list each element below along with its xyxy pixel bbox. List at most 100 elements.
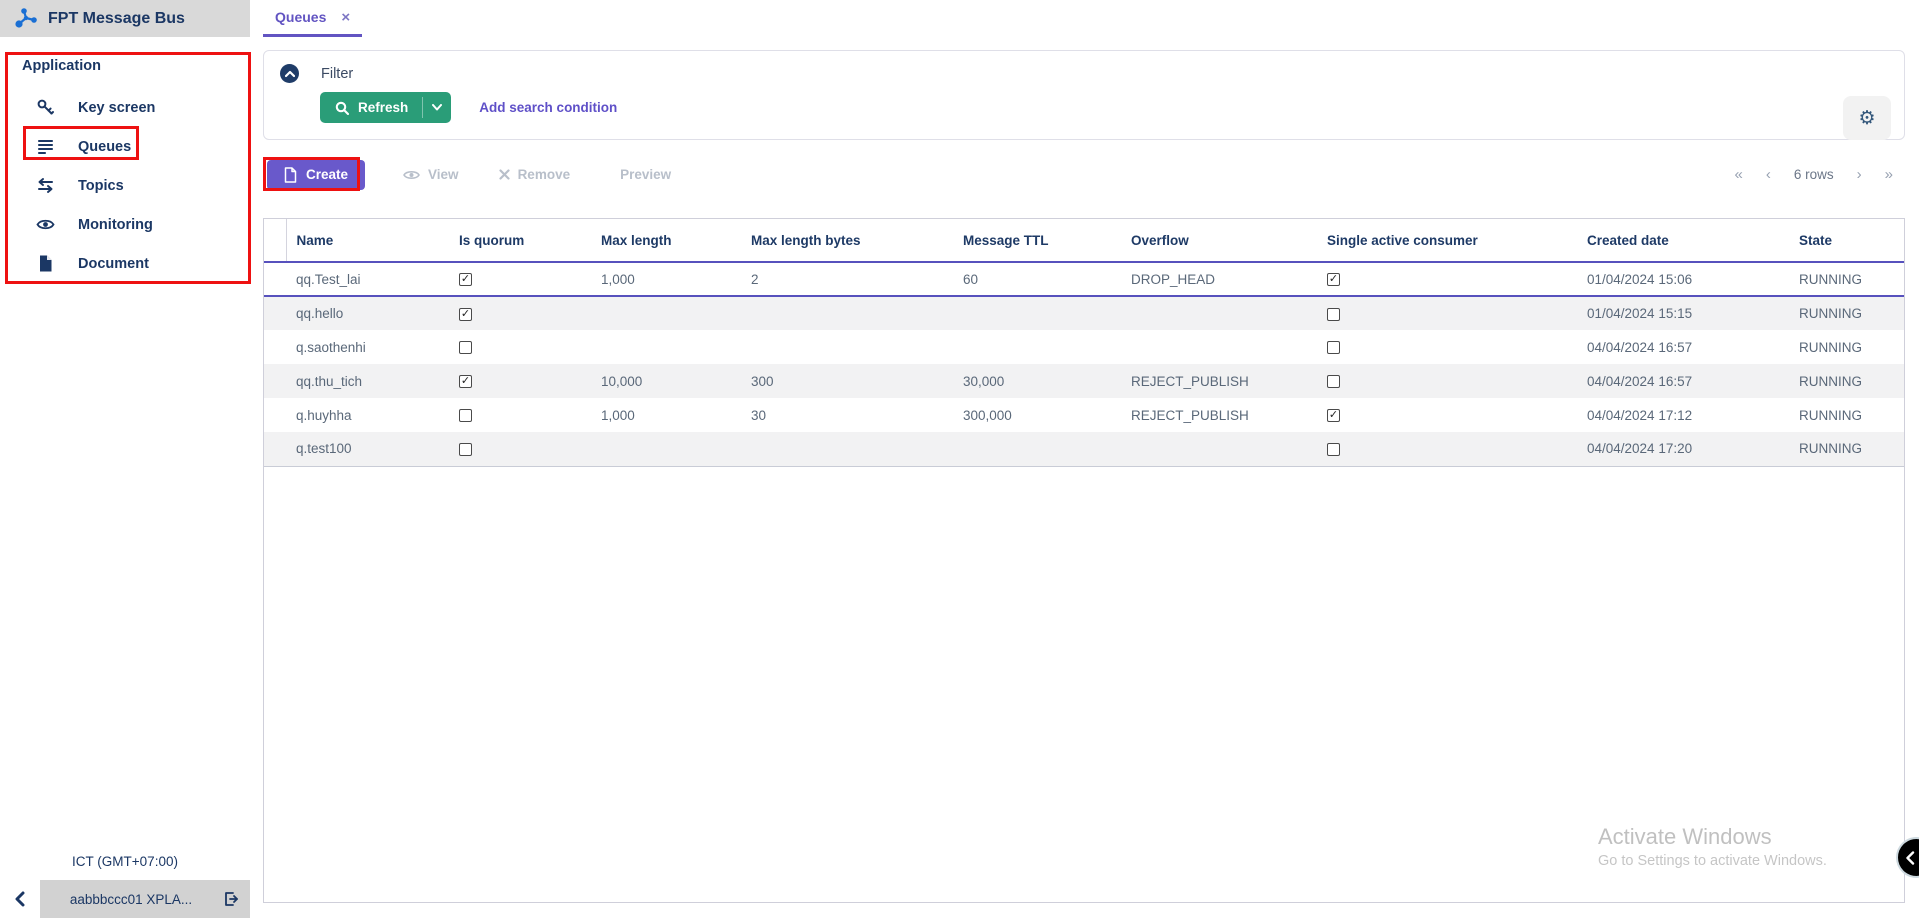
row-selector-cell: [264, 330, 286, 364]
filter-actions: Refresh Add search condition: [320, 92, 1888, 123]
view-label: View: [428, 167, 459, 182]
next-page-button[interactable]: ›: [1857, 167, 1862, 182]
refresh-button[interactable]: Refresh: [320, 92, 451, 123]
checkbox-checked-icon[interactable]: ✓: [1327, 273, 1340, 286]
table-row[interactable]: q.test10004/04/2024 17:20RUNNING: [264, 432, 1904, 466]
column-header-created-date[interactable]: Created date: [1577, 219, 1789, 262]
sidebar-item-document[interactable]: Document: [0, 244, 250, 283]
cell-name: qq.thu_tich: [286, 364, 449, 398]
checkbox-unchecked-icon[interactable]: [1327, 308, 1340, 321]
row-count-label: 6 rows: [1794, 167, 1834, 182]
cell-created-date: 04/04/2024 16:57: [1577, 364, 1789, 398]
cell-max-length-bytes: 2: [741, 262, 953, 296]
cell-single-active-consumer: [1317, 432, 1577, 466]
sidebar-nav: Key screenQueuesTopicsMonitoring Document: [0, 88, 250, 283]
key-icon: [36, 98, 55, 117]
sidebar-item-topics[interactable]: Topics: [0, 166, 250, 205]
column-header-is-quorum[interactable]: Is quorum: [449, 219, 591, 262]
column-header-max-length[interactable]: Max length: [591, 219, 741, 262]
cell-state: RUNNING: [1789, 330, 1904, 364]
grid-toolbar: Create View: [263, 158, 1905, 191]
checkbox-unchecked-icon[interactable]: [459, 443, 472, 456]
previous-page-button[interactable]: ‹: [1766, 167, 1771, 182]
create-button[interactable]: Create: [267, 160, 365, 190]
sidebar-collapse-button[interactable]: [0, 880, 40, 918]
sidebar-item-label: Document: [78, 256, 149, 272]
table-row[interactable]: q.huyhha1,00030300,000REJECT_PUBLISH✓04/…: [264, 398, 1904, 432]
preview-label: Preview: [620, 167, 671, 182]
filter-panel: Filter Refresh: [263, 50, 1905, 140]
cell-state: RUNNING: [1789, 432, 1904, 466]
table-row[interactable]: q.saothenhi04/04/2024 16:57RUNNING: [264, 330, 1904, 364]
cell-single-active-consumer: [1317, 330, 1577, 364]
row-selector-column-header: [264, 219, 286, 262]
tab-label: Queues: [275, 9, 326, 25]
cell-state: RUNNING: [1789, 262, 1904, 296]
cell-max-length: 10,000: [591, 364, 741, 398]
checkbox-checked-icon[interactable]: ✓: [1327, 409, 1340, 422]
first-page-button[interactable]: «: [1735, 167, 1743, 182]
row-selector-cell: [264, 432, 286, 466]
cell-message-ttl: 30,000: [953, 364, 1121, 398]
refresh-dropdown-button[interactable]: [423, 92, 451, 123]
add-search-condition-link[interactable]: Add search condition: [479, 100, 617, 115]
cell-overflow: [1121, 330, 1317, 364]
checkbox-checked-icon[interactable]: ✓: [459, 308, 472, 321]
cell-message-ttl: [953, 330, 1121, 364]
sidebar-item-key-screen[interactable]: Key screen: [0, 88, 250, 127]
checkbox-unchecked-icon[interactable]: [459, 341, 472, 354]
table-row[interactable]: qq.hello✓01/04/2024 15:15RUNNING: [264, 296, 1904, 330]
filter-header: Filter: [280, 64, 1888, 83]
tab-queues[interactable]: Queues ×: [263, 0, 362, 37]
checkbox-unchecked-icon[interactable]: [1327, 375, 1340, 388]
cell-state: RUNNING: [1789, 364, 1904, 398]
queue-list-icon: [36, 137, 55, 156]
cell-created-date: 01/04/2024 15:15: [1577, 296, 1789, 330]
column-header-single-active-consumer[interactable]: Single active consumer: [1317, 219, 1577, 262]
row-selector-cell: [264, 398, 286, 432]
cell-overflow: REJECT_PUBLISH: [1121, 398, 1317, 432]
view-button[interactable]: View: [403, 167, 459, 182]
table-row[interactable]: qq.thu_tich✓10,00030030,000REJECT_PUBLIS…: [264, 364, 1904, 398]
collapse-panel-button[interactable]: [280, 64, 299, 83]
app-header: FPT Message Bus: [0, 0, 250, 37]
column-header-max-length-bytes[interactable]: Max length bytes: [741, 219, 953, 262]
checkbox-unchecked-icon[interactable]: [1327, 341, 1340, 354]
account-button[interactable]: aabbbccc01 XPLA...: [40, 880, 250, 918]
grid-settings-button[interactable]: ⚙: [1843, 96, 1891, 140]
app-window: FPT Message Bus Application Key screenQu…: [0, 0, 1919, 918]
cell-overflow: [1121, 432, 1317, 466]
remove-button[interactable]: Remove: [499, 167, 571, 182]
checkbox-checked-icon[interactable]: ✓: [459, 273, 472, 286]
checkbox-unchecked-icon[interactable]: [1327, 443, 1340, 456]
sidebar-section-label: Application: [22, 58, 250, 74]
remove-label: Remove: [518, 167, 571, 182]
account-name: aabbbccc01 XPLA...: [70, 892, 192, 907]
cell-message-ttl: 60: [953, 262, 1121, 296]
checkbox-checked-icon[interactable]: ✓: [459, 375, 472, 388]
last-page-button[interactable]: »: [1885, 167, 1893, 182]
cell-max-length: 1,000: [591, 262, 741, 296]
preview-button[interactable]: Preview: [620, 167, 671, 182]
column-header-message-ttl[interactable]: Message TTL: [953, 219, 1121, 262]
checkbox-unchecked-icon[interactable]: [459, 409, 472, 422]
sidebar: FPT Message Bus Application Key screenQu…: [0, 0, 250, 918]
cell-single-active-consumer: [1317, 364, 1577, 398]
queues-table-container: NameIs quorumMax lengthMax length bytesM…: [263, 218, 1905, 903]
sidebar-menu: Application Key screenQueuesTopicsMonito…: [0, 37, 250, 854]
sidebar-item-queues[interactable]: Queues: [0, 127, 250, 166]
filter-title: Filter: [321, 66, 353, 82]
cell-message-ttl: [953, 296, 1121, 330]
refresh-label: Refresh: [358, 100, 408, 115]
column-header-state[interactable]: State: [1789, 219, 1904, 262]
close-x-icon: [499, 169, 510, 180]
cell-name: q.test100: [286, 432, 449, 466]
logout-icon[interactable]: [223, 891, 239, 907]
sidebar-item-monitoring[interactable]: Monitoring: [0, 205, 250, 244]
table-row[interactable]: qq.Test_lai✓1,000260DROP_HEAD✓01/04/2024…: [264, 262, 1904, 296]
tab-close-icon[interactable]: ×: [341, 10, 350, 25]
tab-bar: Queues ×: [250, 0, 1919, 37]
column-header-overflow[interactable]: Overflow: [1121, 219, 1317, 262]
column-header-name[interactable]: Name: [286, 219, 449, 262]
cell-state: RUNNING: [1789, 398, 1904, 432]
